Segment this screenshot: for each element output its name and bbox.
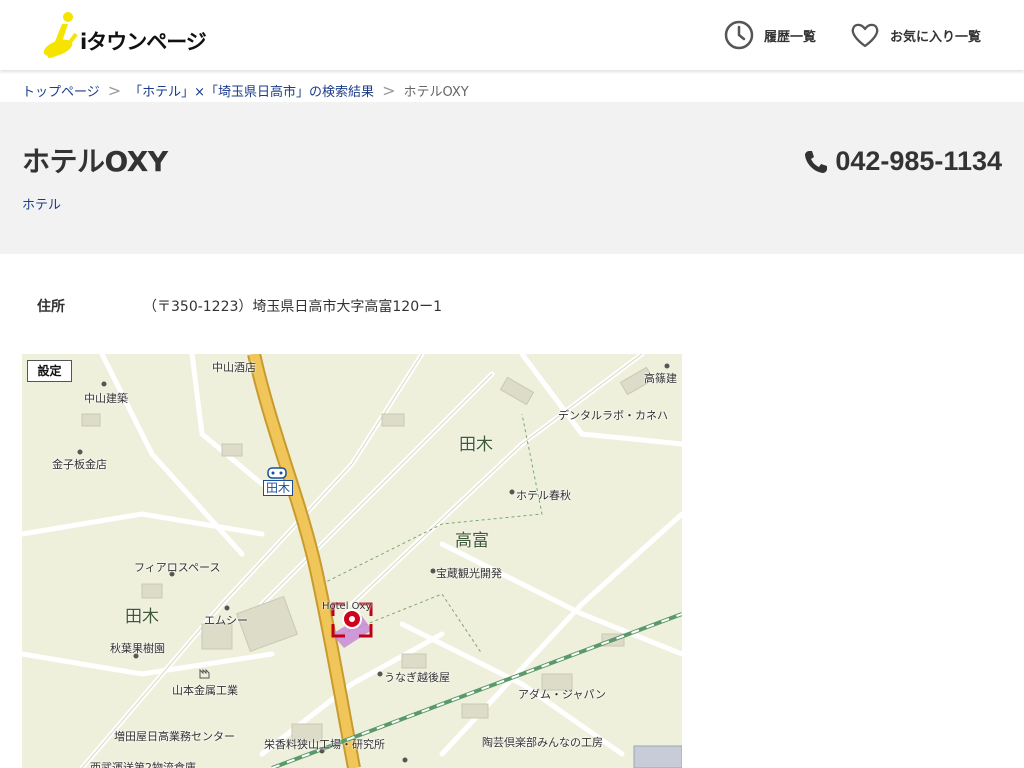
map-place-label: 栄香料狭山工場・研究所 bbox=[264, 738, 385, 751]
breadcrumb-home[interactable]: トップページ bbox=[22, 81, 100, 100]
map-place-label: デンタルラボ・カネハ bbox=[558, 409, 668, 422]
map-place-label: 陶芸倶楽部みんなの工房 bbox=[482, 736, 603, 749]
map-place-label: 中山建築 bbox=[84, 392, 128, 405]
map-place-label: 増田屋日高業務センター bbox=[114, 730, 235, 743]
map-place-label: ホテル春秋 bbox=[516, 489, 571, 502]
address-value: （〒350-1223）埼玉県日高市大字高富120ー1 bbox=[143, 299, 443, 315]
map-place-label: 西武運送第2物流倉庫 bbox=[90, 761, 196, 768]
map-area-label: 田木 bbox=[125, 607, 159, 627]
history-label: 履歴一覧 bbox=[764, 29, 817, 45]
history-link[interactable]: 履歴一覧 bbox=[724, 20, 816, 50]
listing-title-band: ホテルOXY ホテル 042-985-1134 bbox=[0, 102, 1024, 254]
factory-icon bbox=[199, 668, 210, 679]
map-place-label: アダム・ジャパン bbox=[518, 688, 606, 701]
map-place-label: 高篠建 bbox=[644, 372, 677, 385]
breadcrumb-search[interactable]: 「ホテル」×「埼玉県日高市」の検索結果 bbox=[129, 81, 374, 100]
map-place-label: Hotel Oxy bbox=[322, 601, 372, 612]
address-label: 住所 bbox=[37, 299, 65, 315]
clock-icon bbox=[724, 20, 754, 50]
breadcrumb-separator: > bbox=[382, 80, 396, 100]
location-map[interactable]: 設定 田木 田木 高富 田木 中山酒店 中山建築 金子板金店 高篠建 デンタルラ… bbox=[22, 354, 682, 768]
train-station-icon bbox=[267, 467, 287, 479]
heart-icon bbox=[851, 23, 879, 48]
map-area-label: 高富 bbox=[455, 531, 489, 551]
page-title: ホテルOXY bbox=[22, 145, 168, 178]
favorites-label: お気に入り一覧 bbox=[890, 29, 982, 45]
address-row: 住所 （〒350-1223）埼玉県日高市大字高富120ー1 bbox=[0, 290, 1024, 320]
logo-text: iタウンページ bbox=[80, 30, 207, 54]
map-place-label: 山本金属工業 bbox=[172, 684, 238, 697]
phone-text: 042-985-1134 bbox=[835, 146, 1002, 176]
map-settings-button[interactable]: 設定 bbox=[27, 360, 72, 382]
map-place-label: 宝蔵観光開発 bbox=[436, 567, 502, 580]
map-place-label: フィアロスペース bbox=[134, 561, 221, 574]
site-header: iタウンページ 履歴一覧 お気に入り一覧 bbox=[0, 0, 1024, 70]
map-place-label: エムシー bbox=[204, 614, 248, 627]
station-label: 田木 bbox=[263, 480, 294, 496]
map-place-label: うなぎ越後屋 bbox=[384, 671, 450, 684]
category-link[interactable]: ホテル bbox=[22, 194, 61, 213]
breadcrumb-current: ホテルOXY bbox=[403, 84, 469, 100]
favorites-link[interactable]: お気に入り一覧 bbox=[850, 20, 981, 50]
map-place-label: 金子板金店 bbox=[52, 458, 107, 471]
map-place-label: 秋葉果樹園 bbox=[110, 642, 165, 655]
phone-number[interactable]: 042-985-1134 bbox=[803, 146, 1002, 177]
breadcrumb: トップページ > 「ホテル」×「埼玉県日高市」の検索結果 > ホテルOXY bbox=[22, 80, 469, 100]
map-place-label: 中山酒店 bbox=[212, 361, 256, 374]
map-area-label: 田木 bbox=[459, 435, 493, 455]
breadcrumb-separator: > bbox=[107, 80, 122, 100]
phone-icon bbox=[805, 150, 828, 173]
